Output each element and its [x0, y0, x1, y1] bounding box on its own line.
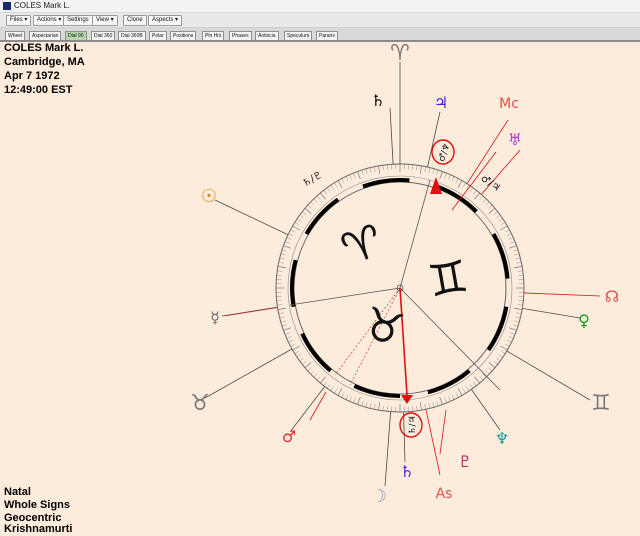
- tab-dial-360b[interactable]: Dial 360B: [118, 31, 146, 40]
- title-bar: COLES Mark L.: [0, 0, 640, 13]
- mars-icon[interactable]: ♂: [282, 427, 296, 446]
- tab-parans[interactable]: Parans: [316, 31, 338, 40]
- tab-phases[interactable]: Phases: [229, 31, 252, 40]
- tab-wheel[interactable]: Wheel: [5, 31, 25, 40]
- app-icon: [3, 2, 11, 10]
- tab-speculum[interactable]: Speculum: [284, 31, 312, 40]
- pluto-icon[interactable]: ♇: [458, 452, 472, 471]
- mercury-icon[interactable]: ☿: [210, 308, 220, 327]
- node-icon[interactable]: ☊: [605, 287, 619, 306]
- menu-view-button[interactable]: View ▾: [92, 15, 118, 26]
- jupiter-icon[interactable]: ♃: [434, 93, 448, 112]
- menu-settings-button[interactable]: Settings: [63, 15, 93, 26]
- menu-bar: Files ▾ Actions ▾ Settings View ▾ Clone …: [0, 13, 640, 28]
- saturn-icon[interactable]: ♄: [371, 91, 385, 110]
- saturn-lower-icon[interactable]: ♄: [400, 462, 414, 481]
- menu-files-button[interactable]: Files ▾: [6, 15, 31, 26]
- gemini-outer-glyph: ♊: [591, 391, 611, 416]
- tab-polar[interactable]: Polar: [149, 31, 167, 40]
- sun-icon[interactable]: ☉: [201, 186, 217, 207]
- menu-actions-button[interactable]: Actions ▾: [33, 15, 65, 26]
- moon-icon[interactable]: ☽: [371, 486, 387, 507]
- dial-chart[interactable]: ♈ ♊ ♉ ♂/♆ ♄/♃ ♄/♇ ♂/♃ ♈ ♉ ♊ ♄ ♃ Mc ♅ ☉ ☊…: [0, 42, 640, 535]
- neptune-icon[interactable]: ♆: [495, 429, 509, 448]
- uranus-icon[interactable]: ♅: [508, 130, 522, 149]
- tab-aspectarian[interactable]: Aspectarian: [29, 31, 61, 40]
- window-title: COLES Mark L.: [14, 0, 70, 12]
- ascendant-icon[interactable]: As: [436, 486, 453, 502]
- menu-aspects-button[interactable]: Aspects ▾: [148, 15, 182, 26]
- venus-icon[interactable]: ♀: [578, 311, 590, 330]
- menu-clone-button[interactable]: Clone: [123, 15, 147, 26]
- aries-outer-glyph: ♈: [390, 42, 410, 66]
- tab-pln-hrs[interactable]: Pln Hrs: [202, 31, 224, 40]
- tab-antiscia[interactable]: Antiscia: [255, 31, 279, 40]
- taurus-outer-glyph: ♉: [190, 391, 210, 416]
- midpoint-label-left: ♄/♇: [301, 169, 325, 189]
- tab-dial-360[interactable]: Dial 360: [91, 31, 115, 40]
- tab-positions[interactable]: Positions: [170, 31, 196, 40]
- tab-dial-90[interactable]: Dial 90: [65, 31, 87, 40]
- midheaven-icon[interactable]: Mc: [499, 96, 519, 112]
- tab-bar: Wheel Aspectarian Dial 90 Dial 360 Dial …: [0, 28, 640, 42]
- midpoint-label-right: ♂/♃: [478, 173, 502, 194]
- circled-midpoint-bottom-label: ♄/♃: [408, 415, 418, 434]
